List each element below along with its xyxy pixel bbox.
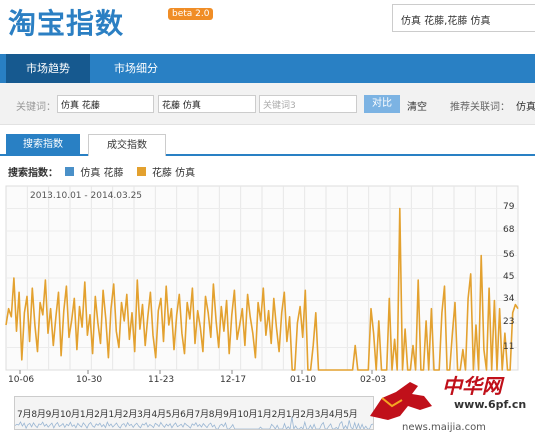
- keyword-bar: 关键词： 仿真 花藤 花藤 仿真 关键词3 对比 清空 推荐关联词： 仿真: [0, 83, 535, 125]
- compare-button[interactable]: 对比: [364, 95, 400, 113]
- main-nav: 市场趋势 市场细分: [0, 54, 535, 83]
- y-tick-label: 34: [503, 294, 515, 305]
- watermark-site: www.6pf.cn: [454, 398, 527, 411]
- x-tick-label: 01-10: [290, 375, 317, 385]
- tab-transaction-index[interactable]: 成交指数: [88, 134, 166, 156]
- watermark: 中华网 www.6pf.cn news.maijia.com: [362, 370, 535, 437]
- keyword-input-1[interactable]: 仿真 花藤: [57, 95, 154, 113]
- watermark-brand: 中华网: [442, 374, 502, 398]
- taobao-index-logo[interactable]: 淘宝指数: [8, 2, 124, 42]
- y-tick-label: 68: [503, 224, 515, 235]
- legend-swatch-2[interactable]: [136, 167, 146, 176]
- beta-badge: beta 2.0: [168, 8, 214, 20]
- keyword-input-2[interactable]: 花藤 仿真: [158, 95, 256, 113]
- x-tick-label: 11-23: [148, 375, 175, 385]
- recommend-keyword[interactable]: 仿真: [516, 98, 535, 113]
- y-tick-label: 56: [503, 249, 515, 260]
- legend-series-1[interactable]: 仿真 花藤: [80, 164, 123, 179]
- timeline-navigator[interactable]: 7月8月9月10月1月2月1月2月3月4月5月6月7月8月9月10月1月2月1月…: [14, 396, 374, 430]
- legend-swatch-1[interactable]: [65, 167, 75, 176]
- y-tick-label: 23: [503, 316, 515, 327]
- legend-title: 搜索指数：: [8, 168, 58, 179]
- horse-logo-icon: [370, 382, 432, 420]
- x-tick-label: 12-17: [220, 375, 247, 385]
- y-tick-label: 45: [503, 272, 515, 282]
- chart-canvas[interactable]: [0, 180, 535, 390]
- recommend-label: 推荐关联词：: [450, 102, 510, 113]
- chart-legend: 搜索指数： 仿真 花藤 花藤 仿真: [8, 164, 205, 179]
- keyword-label: 关键词：: [16, 102, 56, 113]
- clear-button[interactable]: 清空: [407, 98, 427, 113]
- nav-item-market-segment[interactable]: 市场细分: [96, 54, 176, 83]
- watermark-url: news.maijia.com: [402, 422, 486, 433]
- y-tick-label: 11: [503, 341, 515, 352]
- search-index-chart[interactable]: 2013.10.01 - 2014.03.25 10-06 10-30 11-23 1…: [0, 180, 535, 390]
- x-tick-label: 10-06: [8, 375, 35, 385]
- nav-item-market-trend[interactable]: 市场趋势: [6, 54, 90, 83]
- y-tick-label: 79: [503, 202, 515, 213]
- navigator-month-labels: 7月8月9月10月1月2月1月2月3月4月5月6月7月8月9月10月1月2月1月…: [17, 410, 358, 420]
- tab-search-index[interactable]: 搜索指数: [6, 134, 80, 156]
- search-input[interactable]: 仿真 花藤,花藤 仿真: [392, 4, 535, 32]
- keyword-input-3[interactable]: 关键词3: [259, 95, 357, 113]
- header: 淘宝指数 beta 2.0 仿真 花藤,花藤 仿真: [0, 0, 535, 52]
- x-tick-label: 10-30: [76, 375, 103, 385]
- legend-series-2[interactable]: 花藤 仿真: [152, 164, 195, 179]
- date-range-label: 2013.10.01 - 2014.03.25: [30, 191, 143, 201]
- index-tabs: 搜索指数 成交指数: [0, 134, 535, 156]
